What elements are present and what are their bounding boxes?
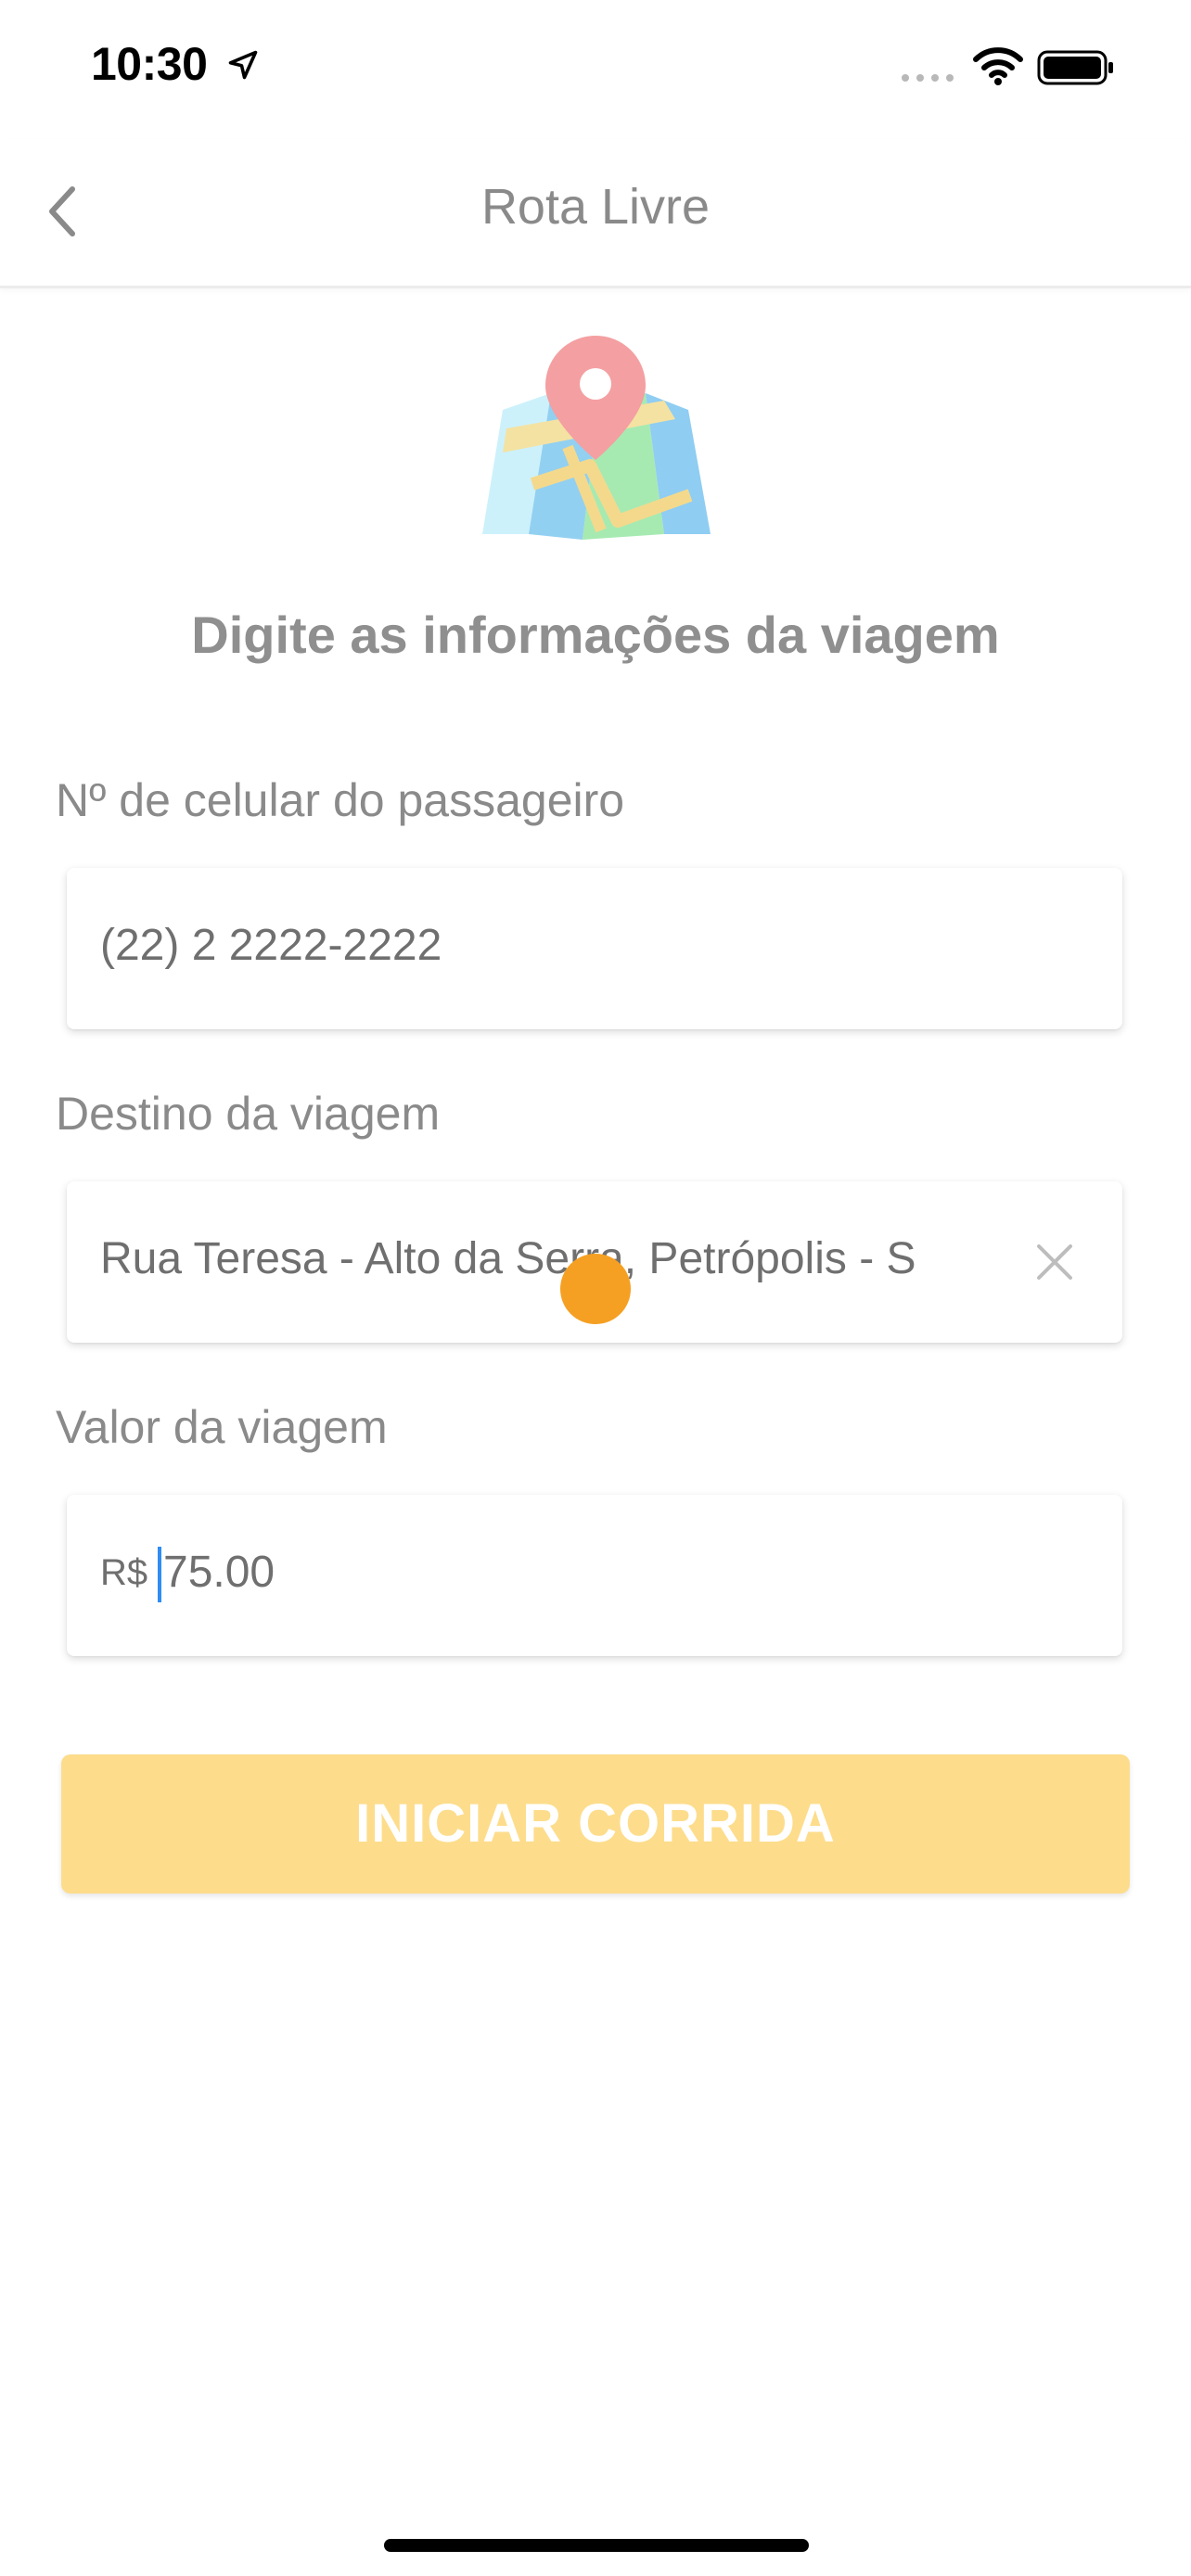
fare-field[interactable]: R$ 75.00 [67,1495,1122,1656]
text-cursor [158,1547,161,1602]
phone-label: Nº de celular do passageiro [56,774,625,826]
fare-input[interactable]: 75.00 [163,1547,275,1598]
map-pin-icon [482,336,711,540]
navigation-bar: Rota Livre [0,139,1191,288]
home-indicator[interactable] [384,2539,809,2552]
destination-value[interactable]: Rua Teresa - Alto da Serra, Petrópolis -… [100,1233,1018,1284]
status-time: 10:30 [91,38,208,90]
touch-indicator [560,1254,631,1324]
start-ride-button[interactable]: INICIAR CORRIDA [61,1754,1130,1894]
location-arrow-icon [228,50,258,80]
currency-prefix: R$ [100,1552,148,1593]
form-heading: Digite as informações da viagem [191,606,1000,664]
phone-field[interactable]: (22) 2 2222-2222 [67,868,1122,1029]
battery-icon [1037,50,1113,85]
fare-label: Valor da viagem [56,1401,388,1453]
close-icon[interactable] [1031,1239,1078,1285]
wifi-icon [973,47,1023,85]
screen: 10:30 Rota Livre Digite as informações d… [0,0,1191,2576]
phone-value[interactable]: (22) 2 2222-2222 [100,920,442,971]
cellular-signal-icon [902,74,954,82]
page-title: Rota Livre [480,179,711,235]
destination-label: Destino da viagem [56,1088,441,1140]
